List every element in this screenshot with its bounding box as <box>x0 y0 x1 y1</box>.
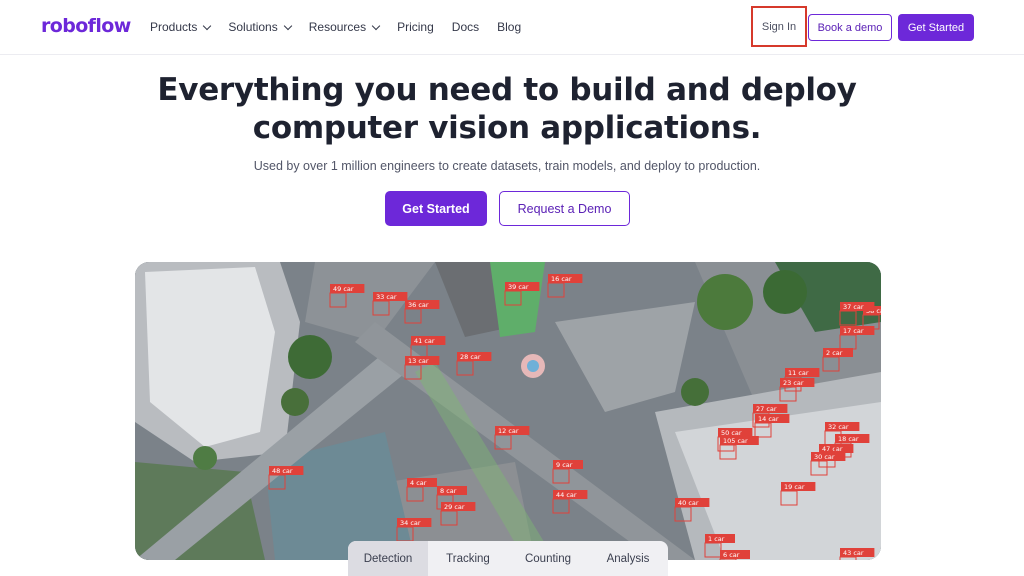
hero-title-line-2: computer vision applications. <box>252 110 762 146</box>
get-started-nav-button[interactable]: Get Started <box>898 14 974 41</box>
menu-pricing[interactable]: Pricing <box>397 20 434 34</box>
main-menu: Products Solutions Resources Pricing Doc… <box>150 20 539 34</box>
chevron-down-icon <box>371 21 381 30</box>
tab-detection[interactable]: Detection <box>348 541 428 576</box>
svg-text:2 car: 2 car <box>826 349 843 357</box>
svg-text:32 car: 32 car <box>828 423 849 431</box>
svg-text:40 car: 40 car <box>678 499 699 507</box>
menu-blog-label: Blog <box>497 20 522 34</box>
svg-text:16 car: 16 car <box>551 275 572 283</box>
menu-blog[interactable]: Blog <box>497 20 521 34</box>
svg-text:30 car: 30 car <box>814 453 835 461</box>
menu-products[interactable]: Products <box>150 20 212 34</box>
top-navbar: roboflow Products Solutions Resources Pr… <box>0 0 1024 55</box>
tab-tracking[interactable]: Tracking <box>428 541 508 576</box>
detection-label: 6 car <box>719 550 750 560</box>
svg-text:33 car: 33 car <box>376 293 397 301</box>
menu-solutions[interactable]: Solutions <box>228 20 292 34</box>
menu-docs[interactable]: Docs <box>452 20 479 34</box>
tab-analysis[interactable]: Analysis <box>588 541 668 576</box>
aerial-intersection-scene: 49 car 33 car 36 car 41 car 13 car 28 car 39 c… <box>135 262 881 560</box>
chevron-down-icon <box>203 21 212 30</box>
book-demo-button[interactable]: Book a demo <box>808 14 892 41</box>
svg-text:18 car: 18 car <box>838 435 859 443</box>
svg-text:29 car: 29 car <box>444 503 465 511</box>
svg-text:13 car: 13 car <box>408 357 429 365</box>
svg-text:41 car: 41 car <box>414 337 435 345</box>
svg-text:37 car: 37 car <box>843 303 864 311</box>
detection-demo-video[interactable]: 49 car 33 car 36 car 41 car 13 car 28 car 39 c… <box>135 262 881 560</box>
tab-counting[interactable]: Counting <box>508 541 588 576</box>
request-demo-button[interactable]: Request a Demo <box>499 191 630 226</box>
svg-text:47 car: 47 car <box>822 445 843 453</box>
hero-title-line-1: Everything you need to build and deploy <box>157 72 857 108</box>
feature-tabs: Detection Tracking Counting Analysis <box>348 541 668 576</box>
svg-text:17 car: 17 car <box>843 327 864 335</box>
svg-text:9 car: 9 car <box>556 461 573 469</box>
svg-text:8 car: 8 car <box>440 487 457 495</box>
svg-text:1 car: 1 car <box>708 535 725 543</box>
svg-text:34 car: 34 car <box>400 519 421 527</box>
get-started-button[interactable]: Get Started <box>385 191 487 226</box>
svg-text:39 car: 39 car <box>508 283 529 291</box>
menu-solutions-label: Solutions <box>228 20 278 34</box>
svg-text:27 car: 27 car <box>756 405 777 413</box>
menu-pricing-label: Pricing <box>397 20 434 34</box>
svg-text:48 car: 48 car <box>272 467 293 475</box>
svg-text:19 car: 19 car <box>784 483 805 491</box>
hero-title: Everything you need to build and deploy … <box>0 71 1014 147</box>
svg-text:12 car: 12 car <box>498 427 519 435</box>
svg-text:50 car: 50 car <box>721 429 742 437</box>
menu-products-label: Products <box>150 20 198 34</box>
menu-docs-label: Docs <box>451 20 480 34</box>
chevron-down-icon <box>283 21 292 30</box>
roboflow-logo[interactable]: roboflow <box>41 15 131 37</box>
svg-text:105 car: 105 car <box>723 437 748 445</box>
svg-text:44 car: 44 car <box>556 491 577 499</box>
svg-text:36 car: 36 car <box>408 301 429 309</box>
sign-in-link[interactable]: Sign In <box>751 6 807 47</box>
svg-text:43 car: 43 car <box>843 549 864 557</box>
menu-resources[interactable]: Resources <box>308 20 381 34</box>
svg-text:28 car: 28 car <box>460 353 481 361</box>
svg-text:49 car: 49 car <box>333 285 354 293</box>
svg-text:11 car: 11 car <box>788 369 809 377</box>
hero-subtitle: Used by over 1 million engineers to crea… <box>253 159 761 173</box>
svg-text:23 car: 23 car <box>783 379 804 387</box>
menu-resources-label: Resources <box>308 20 367 34</box>
svg-text:4 car: 4 car <box>410 479 427 487</box>
svg-text:6 car: 6 car <box>723 551 740 559</box>
svg-text:14 car: 14 car <box>758 415 779 423</box>
